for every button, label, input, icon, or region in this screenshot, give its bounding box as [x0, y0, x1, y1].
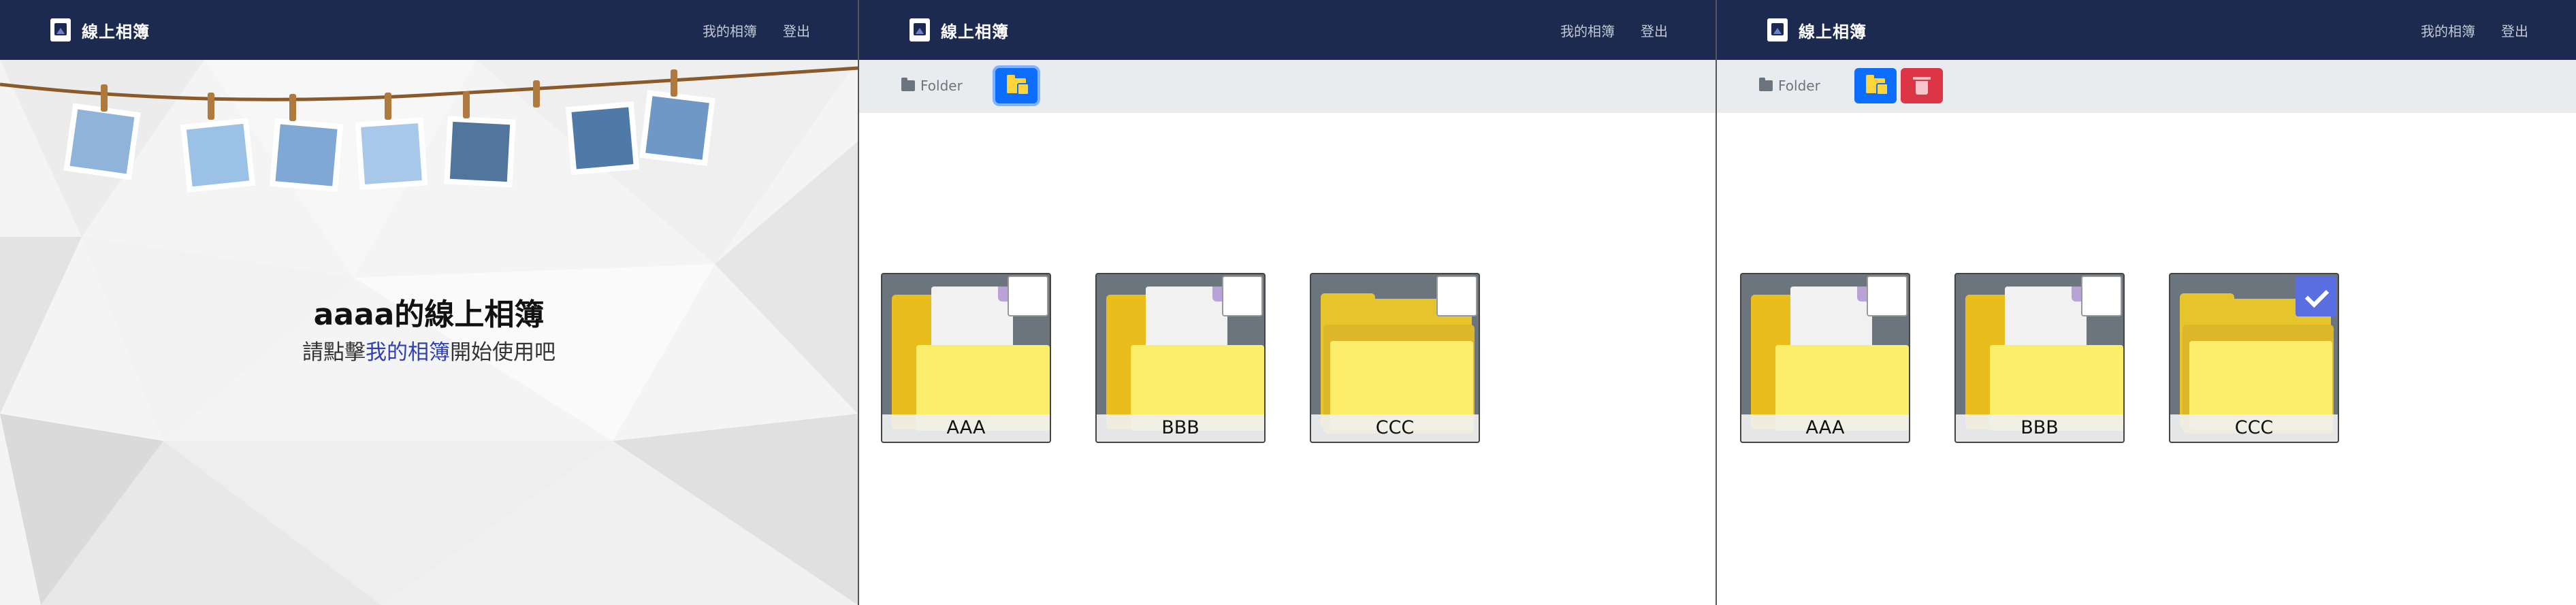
navbar: 線上相簿 我的相簿 登出: [0, 0, 858, 60]
folder-checkbox-checked[interactable]: [2296, 276, 2336, 316]
folder-name: CCC: [1311, 414, 1479, 442]
hero-subtitle: 請點擊我的相簿開始使用吧: [0, 335, 858, 365]
folder-checkbox[interactable]: [1008, 276, 1048, 316]
brand-title: 線上相簿: [82, 22, 150, 42]
nav-links: 我的相簿 登出: [2421, 20, 2528, 40]
nav-links: 我的相簿 登出: [1560, 20, 1668, 40]
folder-checkbox[interactable]: [1867, 276, 1907, 316]
folder-card-selected[interactable]: CCC: [2169, 273, 2339, 443]
navbar: 線上相簿 我的相簿 登出: [859, 0, 1716, 60]
new-folder-icon: [1866, 75, 1888, 95]
nav-links: 我的相簿 登出: [703, 20, 810, 40]
hero-title: aaaa的線上相簿: [313, 297, 545, 332]
album-logo-icon: [909, 18, 930, 42]
hero-sub-before: 請點擊: [302, 340, 366, 365]
nav-logout[interactable]: 登出: [1641, 20, 1668, 40]
screenshot: 線上相簿 我的相簿 登出 aaaa的線上相簿 請點擊我的相簿開始使用吧 線上相簿…: [0, 0, 2576, 605]
folder-card[interactable]: BBB: [1095, 273, 1266, 443]
folders-panel: 線上相簿 我的相簿 登出 Folder AAA BBB CCC: [859, 0, 1716, 605]
brand-title: 線上相簿: [941, 22, 1009, 42]
folder-name: AAA: [1741, 414, 1909, 442]
folder-checkbox[interactable]: [2081, 276, 2122, 316]
landing-panel: 線上相簿 我的相簿 登出 aaaa的線上相簿 請點擊我的相簿開始使用吧: [0, 0, 858, 605]
trash-icon: [1913, 77, 1931, 95]
hero-sub-after: 開始使用吧: [450, 340, 556, 365]
new-folder-button[interactable]: [995, 68, 1037, 103]
nav-logout[interactable]: 登出: [2501, 20, 2528, 40]
toolbar: Folder: [1717, 60, 2576, 113]
nav-my-album[interactable]: 我的相簿: [703, 20, 757, 40]
delete-button[interactable]: [1901, 68, 1943, 103]
folder-card[interactable]: AAA: [881, 273, 1051, 443]
toolbar: Folder: [859, 60, 1716, 113]
folder-breadcrumb[interactable]: Folder: [901, 78, 963, 94]
folder-label: Folder: [1778, 78, 1820, 94]
folder-name: BBB: [1097, 414, 1264, 442]
hero-my-album-link[interactable]: 我的相簿: [366, 340, 450, 365]
navbar: 線上相簿 我的相簿 登出: [1717, 0, 2576, 60]
brand[interactable]: 線上相簿: [50, 18, 150, 42]
new-folder-icon: [1007, 75, 1029, 95]
folder-name: CCC: [2170, 414, 2338, 442]
brand[interactable]: 線上相簿: [1767, 18, 1867, 42]
folders-selected-panel: 線上相簿 我的相簿 登出 Folder AAA BBB CCC: [1717, 0, 2576, 605]
folder-breadcrumb[interactable]: Folder: [1759, 78, 1820, 94]
folder-checkbox[interactable]: [1222, 276, 1263, 316]
nav-my-album[interactable]: 我的相簿: [1560, 20, 1615, 40]
folder-name: AAA: [882, 414, 1050, 442]
folder-card[interactable]: BBB: [1954, 273, 2125, 443]
brand[interactable]: 線上相簿: [909, 18, 1009, 42]
hero: aaaa的線上相簿 請點擊我的相簿開始使用吧: [0, 60, 858, 605]
folder-icon: [1759, 78, 1773, 91]
folder-card[interactable]: CCC: [1310, 273, 1480, 443]
brand-title: 線上相簿: [1799, 22, 1867, 42]
album-logo-icon: [1767, 18, 1788, 42]
new-folder-button[interactable]: [1854, 68, 1897, 103]
folder-icon: [901, 78, 915, 91]
nav-logout[interactable]: 登出: [783, 20, 810, 40]
folder-card[interactable]: AAA: [1740, 273, 1910, 443]
album-logo-icon: [50, 18, 71, 42]
folder-name: BBB: [1956, 414, 2123, 442]
folder-checkbox[interactable]: [1436, 276, 1477, 316]
nav-my-album[interactable]: 我的相簿: [2421, 20, 2475, 40]
folder-label: Folder: [920, 78, 963, 94]
